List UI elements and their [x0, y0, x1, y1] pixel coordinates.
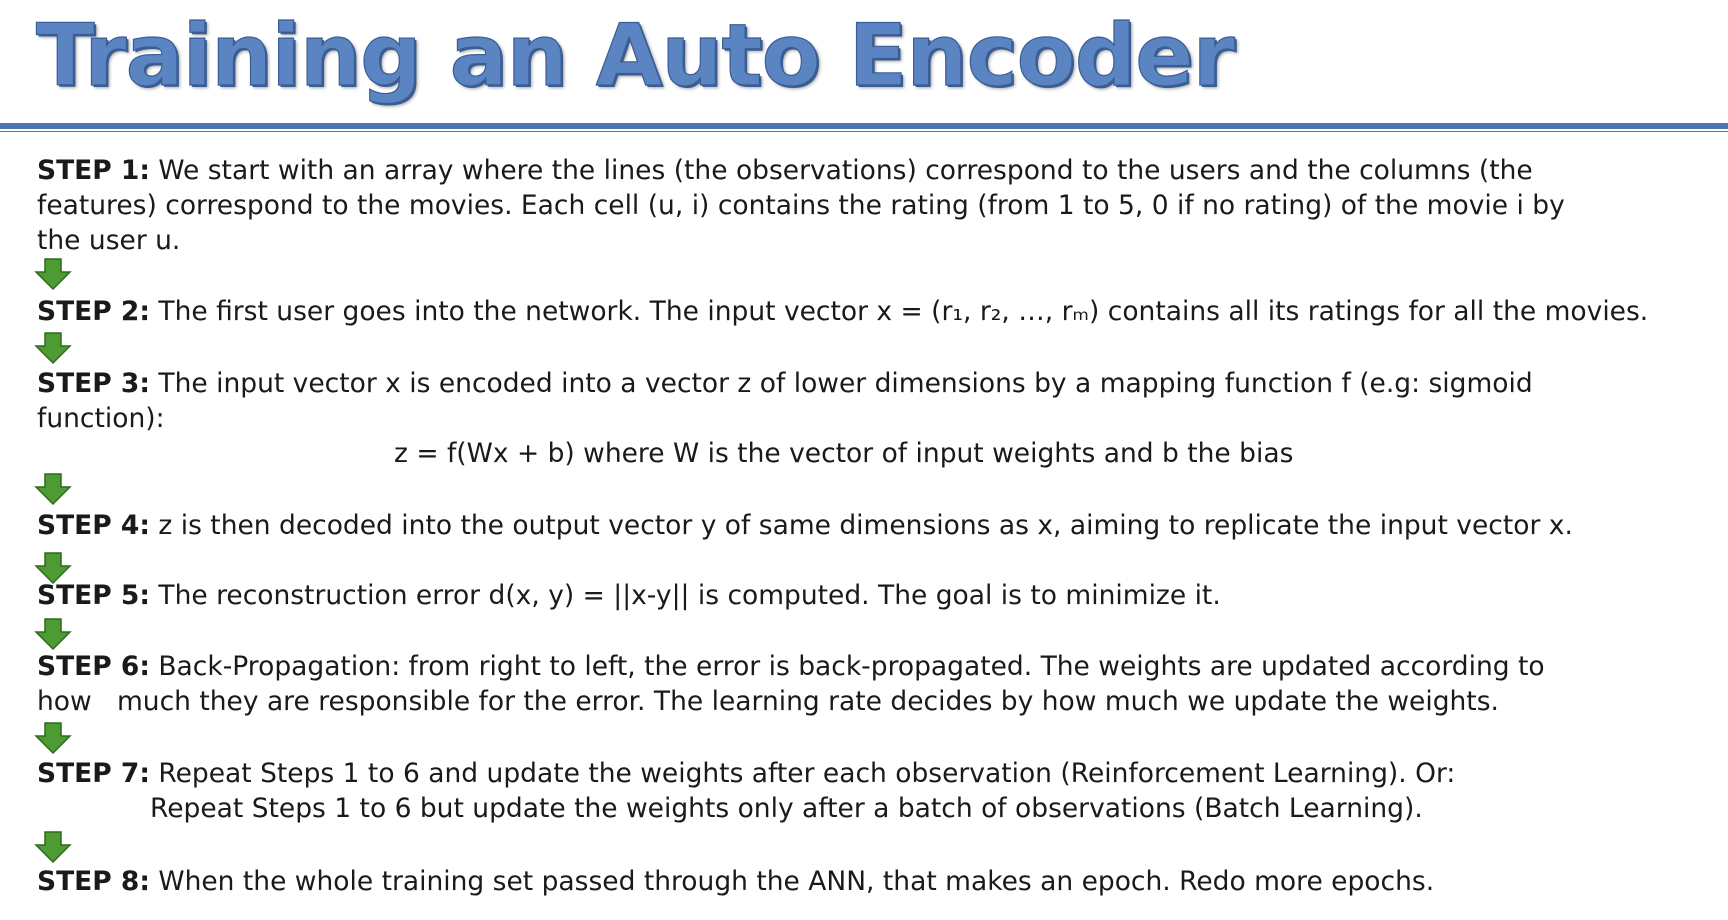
step-text: features) correspond to the movies. Each…	[37, 190, 1565, 221]
step-text: function):	[37, 403, 165, 434]
step-1: STEP 1: We start with an array where the…	[37, 153, 1697, 258]
step-2: STEP 2: The first user goes into the net…	[37, 294, 1697, 329]
step-label: STEP 6:	[37, 651, 150, 682]
down-arrow-icon	[34, 473, 72, 505]
page-title: Training an Auto Encoder	[35, 5, 1235, 106]
step-label: STEP 5:	[37, 580, 150, 611]
step-3: STEP 3: The input vector x is encoded in…	[37, 366, 1697, 436]
title-divider	[0, 123, 1728, 129]
step-text: z is then decoded into the output vector…	[149, 510, 1573, 541]
step-label: STEP 8:	[37, 866, 150, 897]
step-text: The first user goes into the network. Th…	[149, 296, 1649, 327]
step-text: Repeat Steps 1 to 6 and update the weigh…	[149, 758, 1456, 789]
step-text: The reconstruction error d(x, y) = ||x-y…	[149, 580, 1221, 611]
step-text: We start with an array where the lines (…	[149, 155, 1533, 186]
down-arrow-icon	[34, 258, 72, 290]
step-text: Repeat Steps 1 to 6 but update the weigh…	[150, 793, 1423, 824]
down-arrow-icon	[34, 831, 72, 863]
step-label: STEP 4:	[37, 510, 150, 541]
step-4: STEP 4: z is then decoded into the outpu…	[37, 508, 1697, 543]
step-text: When the whole training set passed throu…	[149, 866, 1435, 897]
step-8: STEP 8: When the whole training set pass…	[37, 864, 1697, 899]
step-5: STEP 5: The reconstruction error d(x, y)…	[37, 578, 1697, 613]
step-text: Back-Propagation: from right to left, th…	[149, 651, 1545, 682]
down-arrow-icon	[34, 722, 72, 754]
title-divider-thin	[0, 131, 1728, 132]
step-label: STEP 7:	[37, 758, 150, 789]
step-label: STEP 3:	[37, 368, 150, 399]
step-7: STEP 7: Repeat Steps 1 to 6 and update t…	[37, 756, 1697, 826]
formula: z = f(Wx + b) where W is the vector of i…	[394, 438, 1294, 469]
step-6: STEP 6: Back-Propagation: from right to …	[37, 649, 1697, 719]
step-text: the user u.	[37, 225, 181, 256]
step-text: The input vector x is encoded into a vec…	[149, 368, 1533, 399]
step-text: how much they are responsible for the er…	[37, 686, 1499, 717]
down-arrow-icon	[34, 618, 72, 650]
step-label: STEP 2:	[37, 296, 150, 327]
down-arrow-icon	[34, 332, 72, 364]
step-label: STEP 1:	[37, 155, 150, 186]
